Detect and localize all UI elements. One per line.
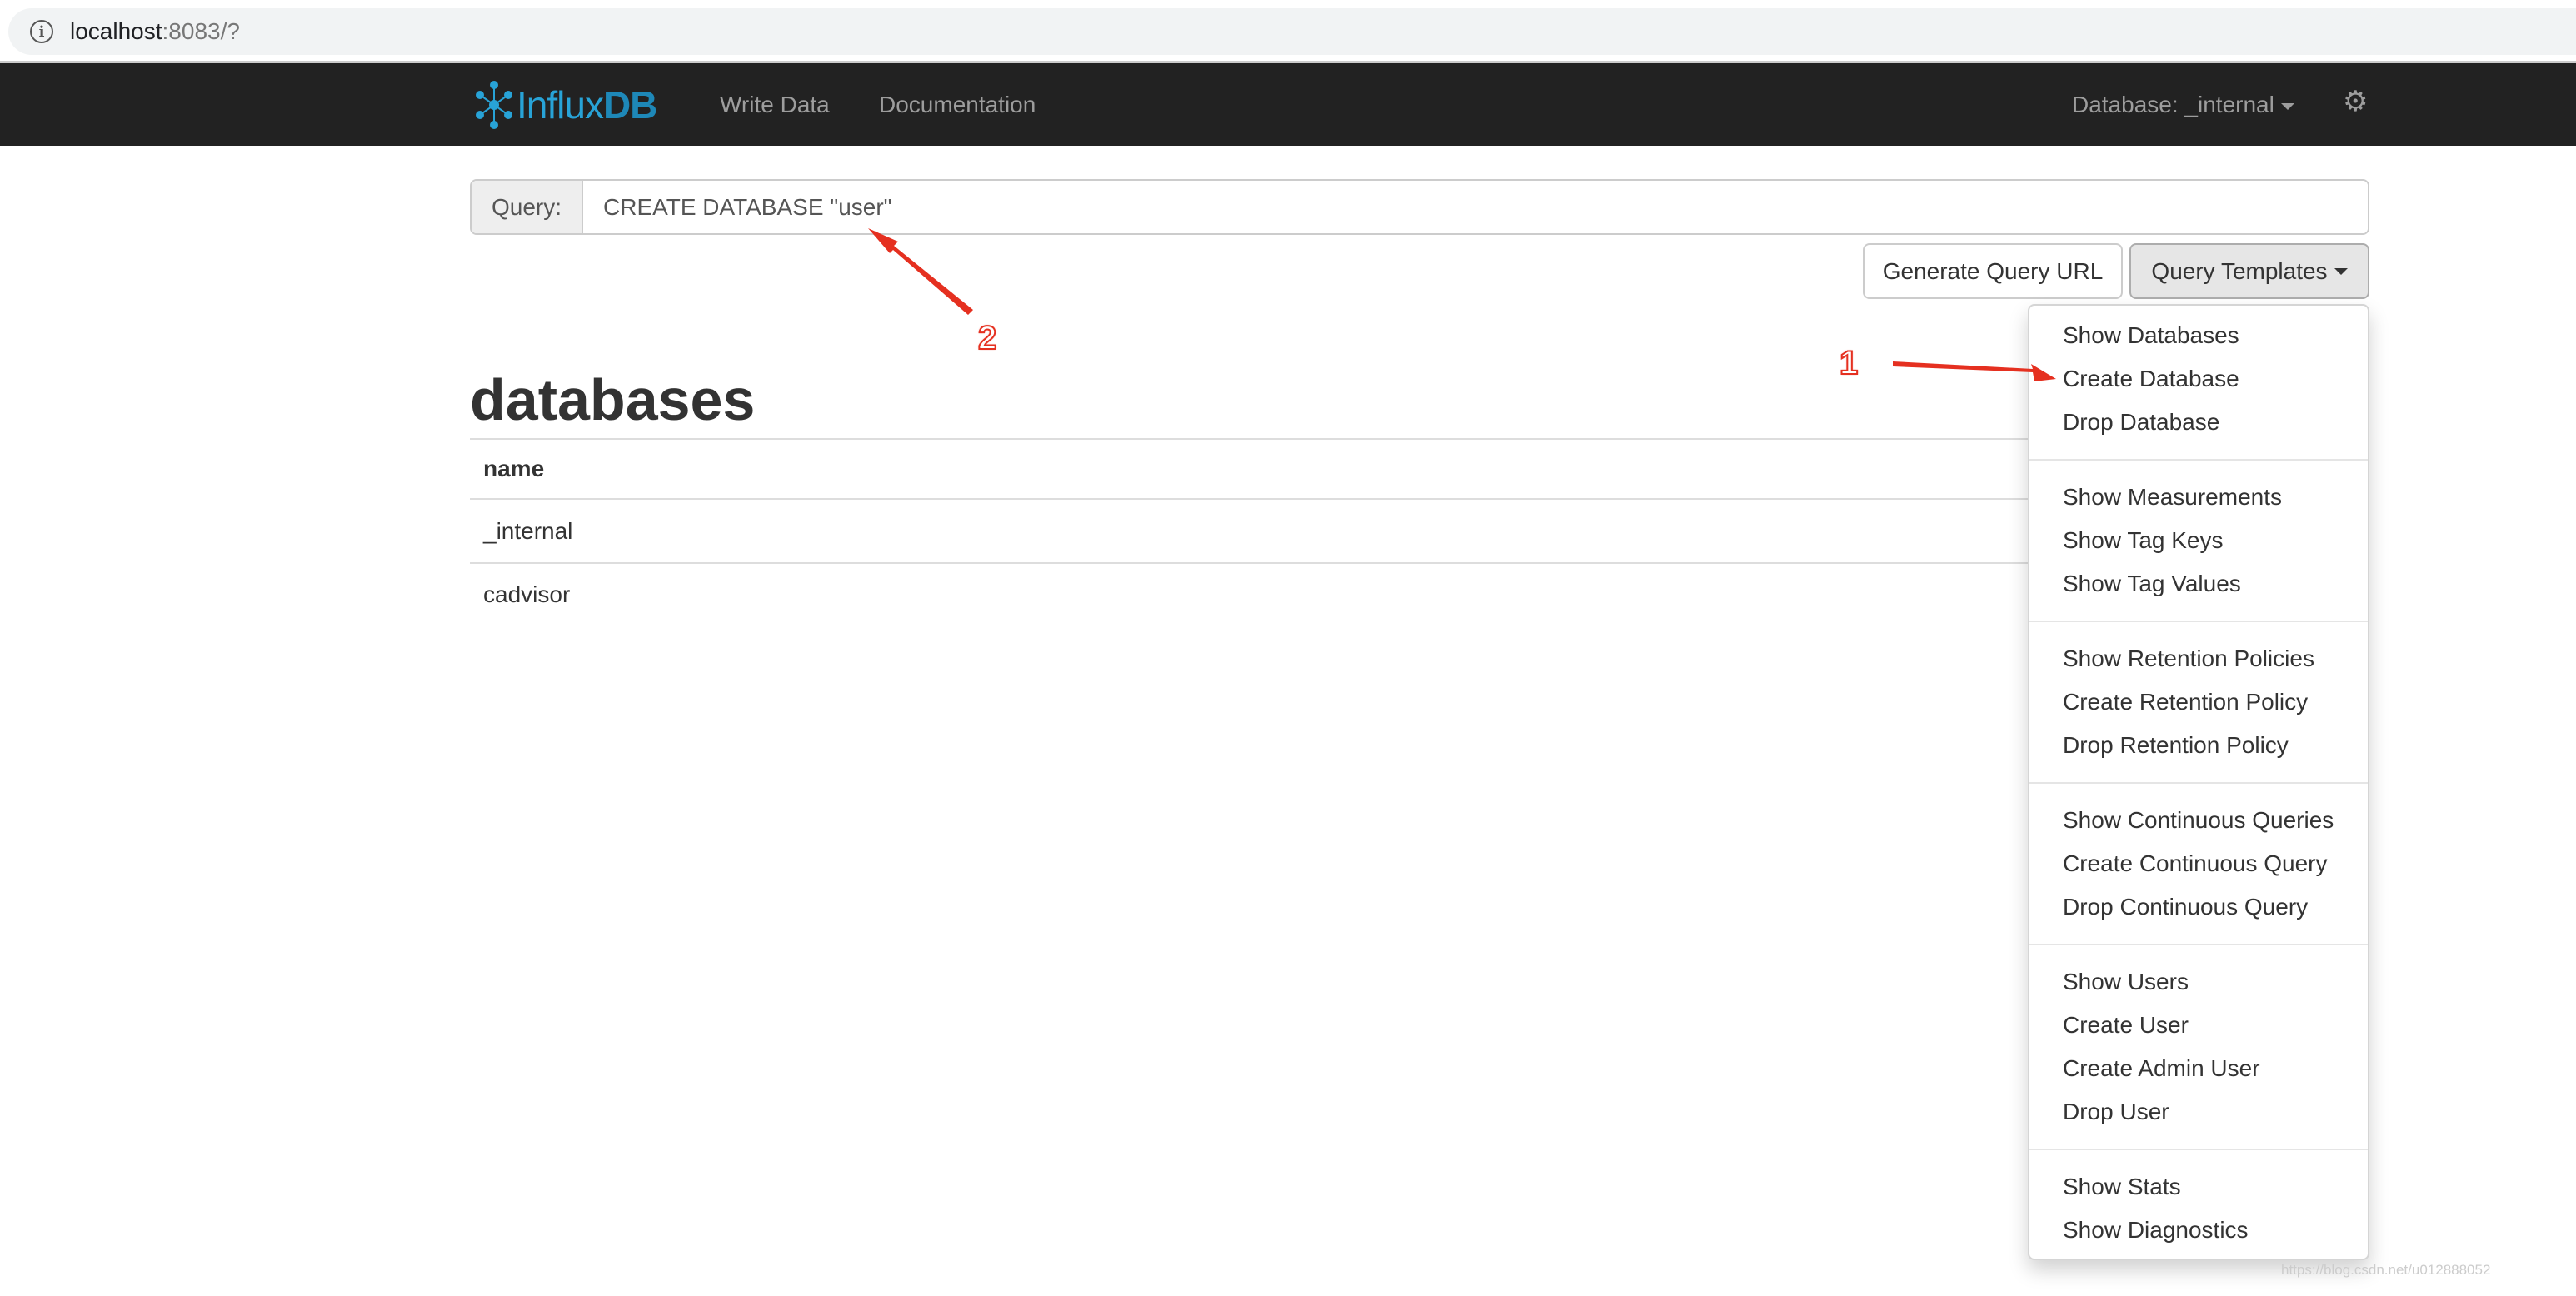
- annotation-arrow-2: [868, 228, 973, 315]
- annotation-arrows: [868, 228, 2056, 381]
- annotation-label-1: 1: [1839, 344, 1859, 382]
- annotation-arrow-1: [1893, 361, 2056, 381]
- annotation-label-2: 2: [977, 319, 997, 357]
- watermark: https://blog.csdn.net/u012888052: [2281, 1262, 2491, 1278]
